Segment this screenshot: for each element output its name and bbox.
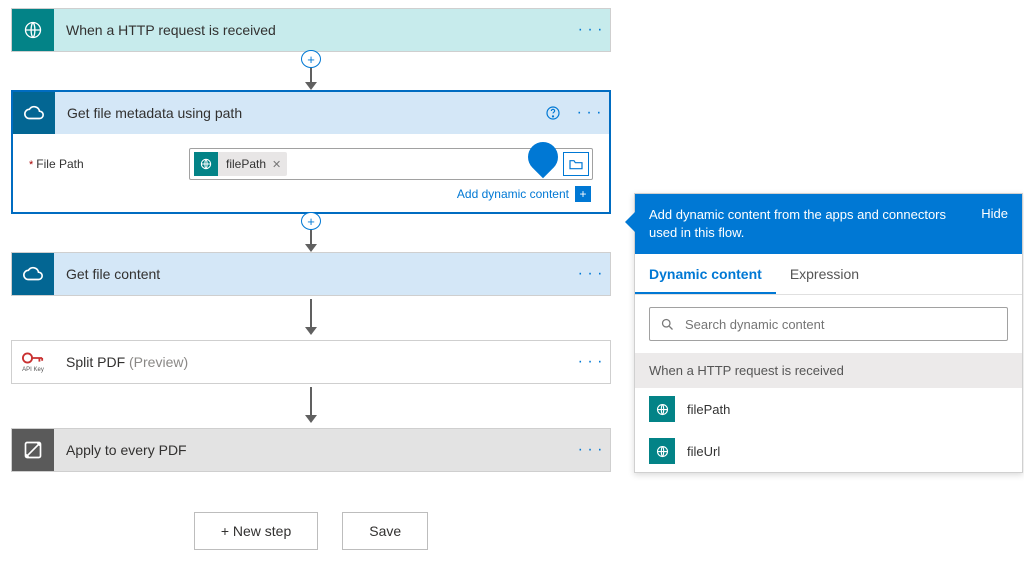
more-icon[interactable]: · · ·	[570, 21, 610, 39]
hide-button[interactable]: Hide	[971, 206, 1008, 221]
action-buttons: + New step Save	[11, 512, 611, 550]
browse-folder-button[interactable]	[563, 152, 589, 176]
add-step-icon[interactable]: +	[301, 212, 321, 230]
trigger-card[interactable]: When a HTTP request is received · · ·	[11, 8, 611, 52]
add-step-icon[interactable]: +	[301, 50, 321, 68]
tab-expression[interactable]: Expression	[776, 254, 873, 294]
more-icon[interactable]: · · ·	[570, 353, 610, 371]
more-icon[interactable]: · · ·	[569, 104, 609, 122]
token-source-icon	[649, 438, 675, 464]
flyout-header: Add dynamic content from the apps and co…	[635, 194, 1022, 254]
dynamic-item-filepath[interactable]: filePath	[635, 388, 1022, 430]
split-title-text: Split PDF	[66, 354, 129, 370]
card-title: When a HTTP request is received	[54, 22, 570, 38]
card-header: When a HTTP request is received · · ·	[12, 9, 610, 51]
item-label: fileUrl	[687, 444, 720, 459]
help-icon[interactable]	[545, 105, 569, 121]
plus-square-icon: +	[575, 186, 591, 202]
dynamic-item-fileurl[interactable]: fileUrl	[635, 430, 1022, 472]
card-header: Get file content · · ·	[12, 253, 610, 295]
card-title: Split PDF (Preview)	[54, 354, 570, 370]
api-key-icon: API Key	[12, 341, 54, 383]
search-input[interactable]	[685, 317, 997, 332]
flyout-tabs: Dynamic content Expression	[635, 254, 1022, 295]
card-title: Get file content	[54, 266, 570, 282]
split-pdf-card[interactable]: API Key Split PDF (Preview) · · ·	[11, 340, 611, 384]
item-label: filePath	[687, 402, 730, 417]
card-header: Get file metadata using path · · ·	[13, 92, 609, 134]
group-header: When a HTTP request is received	[635, 353, 1022, 388]
new-step-button[interactable]: + New step	[194, 512, 318, 550]
apply-each-card[interactable]: Apply to every PDF · · ·	[11, 428, 611, 472]
more-icon[interactable]: · · ·	[570, 265, 610, 283]
flyout-beak	[625, 212, 635, 232]
remove-token-icon[interactable]: ✕	[272, 158, 287, 171]
add-dynamic-content-link[interactable]: Add dynamic content +	[29, 186, 593, 202]
card-header: API Key Split PDF (Preview) · · ·	[12, 341, 610, 383]
search-input-wrap[interactable]	[649, 307, 1008, 341]
dynamic-token-chip[interactable]: filePath ✕	[194, 152, 287, 176]
cloud-icon	[12, 253, 54, 295]
flyout-header-text: Add dynamic content from the apps and co…	[649, 206, 971, 242]
search-icon	[660, 317, 675, 332]
dynamic-content-flyout: Add dynamic content from the apps and co…	[634, 193, 1023, 473]
token-source-icon	[649, 396, 675, 422]
field-label: File Path	[29, 157, 189, 171]
chip-label: filePath	[218, 157, 272, 171]
preview-badge: (Preview)	[129, 354, 188, 370]
flow-column: When a HTTP request is received · · · + …	[11, 8, 611, 550]
save-button[interactable]: Save	[342, 512, 428, 550]
card-title: Get file metadata using path	[55, 105, 545, 121]
card-title: Apply to every PDF	[54, 442, 570, 458]
token-source-icon	[194, 152, 218, 176]
tab-dynamic-content[interactable]: Dynamic content	[635, 254, 776, 294]
add-dynamic-label: Add dynamic content	[457, 187, 569, 201]
more-icon[interactable]: · · ·	[570, 441, 610, 459]
connector-arrow: +	[11, 214, 611, 252]
loop-icon	[12, 429, 54, 471]
api-key-label: API Key	[22, 367, 44, 373]
card-body: File Path filePath ✕	[13, 134, 609, 212]
metadata-card[interactable]: Get file metadata using path · · · File …	[11, 90, 611, 214]
connector-arrow	[11, 384, 611, 428]
cloud-icon	[13, 92, 55, 134]
http-globe-icon	[12, 9, 54, 51]
card-header: Apply to every PDF · · ·	[12, 429, 610, 471]
connector-arrow: +	[11, 52, 611, 90]
content-card[interactable]: Get file content · · ·	[11, 252, 611, 296]
connector-arrow	[11, 296, 611, 340]
